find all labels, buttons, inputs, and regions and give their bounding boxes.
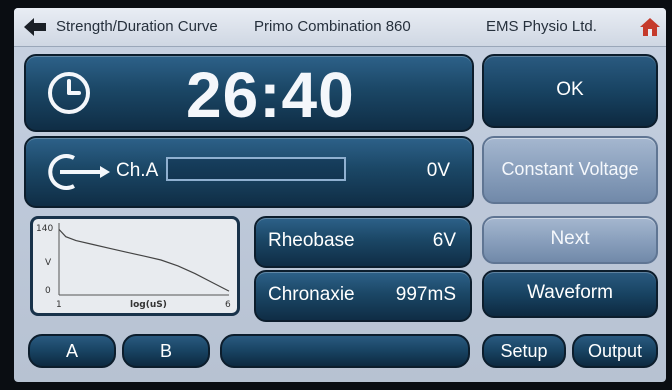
next-button-label: Next (550, 228, 590, 249)
strength-duration-graph: 140 0 V 1 6 log(uS) (30, 216, 240, 316)
constant-voltage-button[interactable]: Constant Voltage (482, 136, 658, 204)
output-channel-icon (48, 154, 110, 190)
channel-level-bar (166, 157, 346, 181)
waveform-button[interactable]: Waveform (482, 270, 658, 318)
x-tick-label-left: 1 (56, 300, 62, 310)
channel-a-button[interactable]: A (28, 334, 116, 368)
chronaxie-value: 997mS (395, 284, 456, 305)
blank-button[interactable] (220, 334, 470, 368)
touch-screen: Strength/Duration Curve Primo Combinatio… (14, 8, 666, 382)
y-axis-label: V (45, 258, 52, 268)
rheobase-value: 6V (432, 230, 456, 251)
strength-duration-curve (58, 228, 230, 292)
channel-b-button[interactable]: B (122, 334, 210, 368)
setup-button[interactable]: Setup (482, 334, 566, 368)
timer-value: 26:40 (186, 59, 355, 131)
output-button-label: Output (587, 341, 643, 361)
header-bar: Strength/Duration Curve Primo Combinatio… (14, 8, 666, 47)
next-button[interactable]: Next (482, 216, 658, 264)
y-tick-label-top: 140 (36, 224, 53, 234)
y-tick-label-bottom: 0 (45, 286, 51, 296)
home-icon[interactable] (640, 18, 660, 36)
channel-voltage: 0V (426, 160, 450, 181)
rheobase-panel: Rheobase 6V (254, 216, 472, 268)
ok-button-label: OK (556, 79, 584, 100)
ok-button[interactable]: OK (482, 54, 658, 128)
screen-title: Strength/Duration Curve (56, 18, 218, 35)
rheobase-label: Rheobase (268, 230, 355, 251)
company-name: EMS Physio Ltd. (486, 18, 597, 35)
chronaxie-panel: Chronaxie 997mS (254, 270, 472, 322)
chronaxie-label: Chronaxie (268, 284, 355, 305)
channel-label: Ch.A (116, 160, 159, 181)
strength-duration-chart: 140 0 V 1 6 log(uS) (36, 223, 231, 310)
constant-voltage-label: Constant Voltage (501, 159, 639, 179)
back-arrow-icon[interactable] (24, 18, 46, 36)
waveform-button-label: Waveform (527, 282, 613, 303)
device-name: Primo Combination 860 (254, 18, 411, 35)
setup-button-label: Setup (500, 341, 548, 361)
channel-panel: Ch.A 0V (24, 136, 474, 208)
x-axis-label: log(uS) (130, 300, 167, 310)
output-button[interactable]: Output (572, 334, 658, 368)
timer-panel: 26:40 (24, 54, 474, 132)
x-tick-label-right: 6 (225, 300, 231, 310)
channel-b-label: B (159, 341, 172, 361)
channel-a-label: A (65, 341, 78, 361)
clock-icon (48, 72, 90, 114)
